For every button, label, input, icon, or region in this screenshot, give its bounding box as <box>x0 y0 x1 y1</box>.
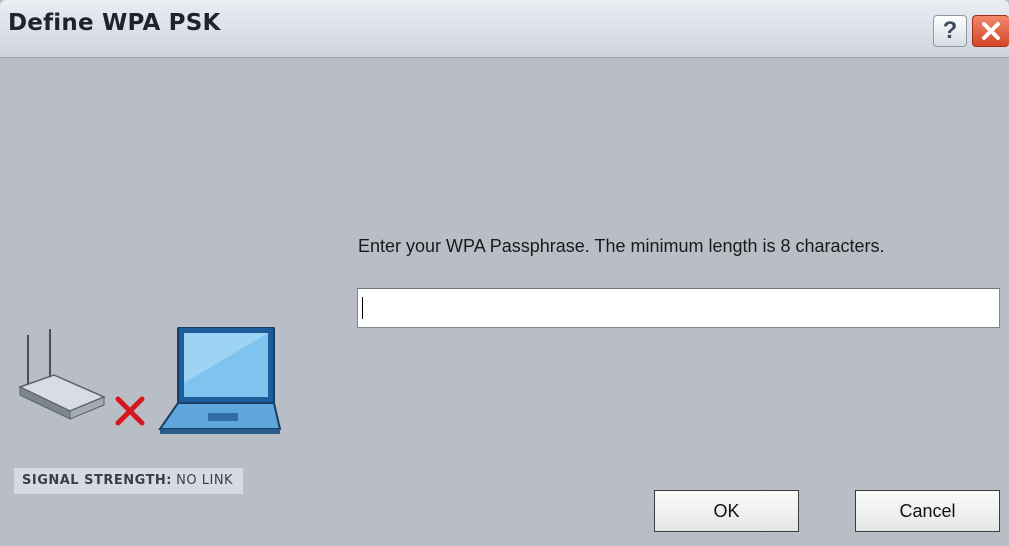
signal-strength-value: NO LINK <box>176 473 234 488</box>
connection-graphic <box>18 327 282 434</box>
cancel-button[interactable]: Cancel <box>855 490 1000 532</box>
title-bar[interactable]: Define WPA PSK ? <box>0 0 1009 58</box>
close-button[interactable] <box>972 15 1009 47</box>
help-button[interactable]: ? <box>933 15 967 47</box>
router-icon <box>18 329 106 420</box>
close-icon <box>982 22 1000 40</box>
help-icon: ? <box>942 17 958 44</box>
window-title: Define WPA PSK <box>8 10 221 36</box>
passphrase-prompt: Enter your WPA Passphrase. The minimum l… <box>358 236 885 256</box>
text-caret <box>362 297 363 319</box>
dialog-window: Define WPA PSK ? SIGNAL STRENGTH: NO LIN… <box>0 0 1009 546</box>
laptop-icon <box>158 327 282 434</box>
red-x-icon <box>115 396 145 426</box>
signal-strength: SIGNAL STRENGTH: NO LINK <box>14 468 244 494</box>
passphrase-input[interactable] <box>357 288 1000 328</box>
signal-strength-label: SIGNAL STRENGTH: <box>22 473 173 488</box>
status-panel: SIGNAL STRENGTH: NO LINK <box>0 59 376 546</box>
ok-button[interactable]: OK <box>654 490 799 532</box>
